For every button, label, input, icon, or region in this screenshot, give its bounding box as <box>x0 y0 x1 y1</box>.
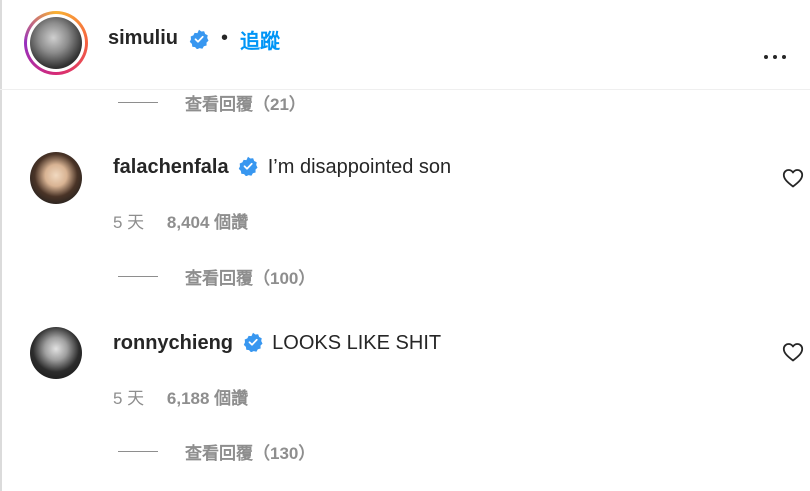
comment-timestamp: 5 天 <box>113 213 145 232</box>
commenter-avatar[interactable] <box>30 327 82 379</box>
replies-divider-line <box>118 451 158 452</box>
comment-likes-count[interactable]: 8,404 個讚 <box>167 213 248 232</box>
view-replies-label: 查看回覆（100） <box>185 269 316 288</box>
commenter-avatar[interactable] <box>30 152 82 204</box>
verified-badge-icon <box>243 332 263 352</box>
comment-meta: 5 天 8,404 個讚 <box>113 208 248 233</box>
comment-username[interactable]: falachenfala <box>113 156 229 178</box>
replies-divider-line <box>118 276 158 277</box>
comment-body: ronnychieng LOOKS LIKE SHIT <box>113 332 441 355</box>
verified-badge-icon <box>189 29 209 49</box>
heart-icon[interactable] <box>781 340 805 364</box>
replies-divider-line <box>118 102 158 103</box>
comment-timestamp: 5 天 <box>113 389 145 408</box>
comment-text: I’m disappointed son <box>267 156 452 178</box>
follow-button[interactable]: 追蹤 <box>240 25 280 54</box>
comment-text: LOOKS LIKE SHIT <box>272 332 442 354</box>
verified-badge-icon <box>238 156 258 176</box>
more-options-icon[interactable] <box>762 26 794 59</box>
view-replies-label: 查看回覆（130） <box>185 444 316 463</box>
heart-icon[interactable] <box>781 166 805 190</box>
comment-meta: 5 天 6,188 個讚 <box>113 384 248 409</box>
post-header: simuliu • 追蹤 <box>0 0 810 90</box>
header-separator: • <box>221 27 229 49</box>
comment-body: falachenfala I’m disappointed son <box>113 156 451 179</box>
header-avatar[interactable] <box>24 11 88 75</box>
comment-username[interactable]: ronnychieng <box>113 332 233 354</box>
view-replies-label: 查看回覆（21） <box>185 95 306 114</box>
comment-likes-count[interactable]: 6,188 個讚 <box>167 389 248 408</box>
header-username[interactable]: simuliu <box>108 27 178 50</box>
